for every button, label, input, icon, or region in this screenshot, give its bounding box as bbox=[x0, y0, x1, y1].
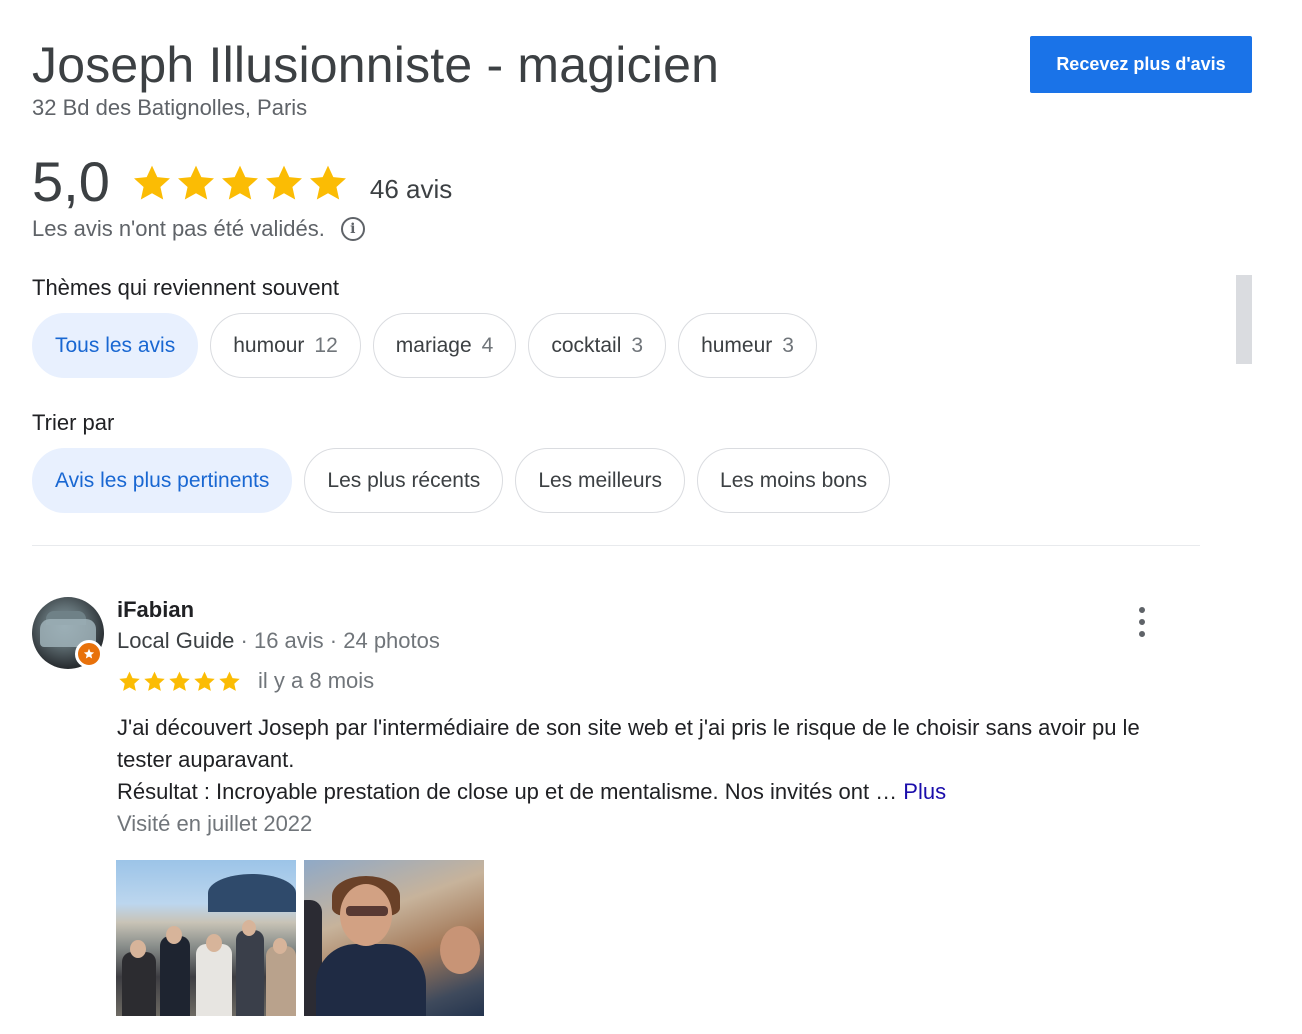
review-text: J'ai découvert Joseph par l'intermédiair… bbox=[117, 712, 1197, 808]
reviewer-stats: · 16 avis · 24 photos bbox=[234, 628, 440, 653]
scrollbar-thumb[interactable] bbox=[1236, 275, 1252, 364]
chip-count: 3 bbox=[631, 333, 644, 357]
sort-highest[interactable]: Les meilleurs bbox=[515, 448, 686, 513]
chip-count: 4 bbox=[481, 333, 494, 357]
chip-label: humour bbox=[233, 333, 305, 357]
sort-heading: Trier par bbox=[32, 410, 115, 435]
star-icon bbox=[169, 671, 190, 691]
local-guide-badge-icon bbox=[75, 640, 103, 668]
star-icon bbox=[221, 165, 258, 200]
reviewer-name[interactable]: iFabian bbox=[117, 597, 194, 623]
chip-count: 3 bbox=[782, 333, 794, 357]
business-name: Joseph Illusionniste - magicien bbox=[32, 37, 720, 93]
sort-chips: Avis les plus pertinents Les plus récent… bbox=[32, 448, 891, 513]
sort-most-relevant[interactable]: Avis les plus pertinents bbox=[32, 448, 293, 513]
star-icon bbox=[144, 671, 165, 691]
reviewer-meta: Local Guide · 16 avis · 24 photos bbox=[117, 628, 440, 654]
business-address: 32 Bd des Batignolles, Paris bbox=[32, 95, 308, 120]
review-date: il y a 8 mois bbox=[258, 668, 375, 693]
review-rating: il y a 8 mois bbox=[117, 668, 374, 694]
disclaimer-text: Les avis n'ont pas été validés. bbox=[32, 216, 325, 241]
theme-chip-mariage[interactable]: mariage 4 bbox=[372, 313, 517, 378]
chip-count: 12 bbox=[314, 333, 338, 357]
chip-label: cocktail bbox=[551, 333, 622, 357]
reviews-panel: Joseph Illusionniste - magicien 32 Bd de… bbox=[0, 0, 1302, 1034]
reviews-disclaimer: Les avis n'ont pas été validés. i bbox=[32, 216, 365, 242]
star-icon bbox=[119, 671, 140, 691]
review-text-line: J'ai découvert Joseph par l'intermédiair… bbox=[117, 715, 1140, 772]
theme-chip-cocktail[interactable]: cocktail 3 bbox=[528, 313, 667, 378]
divider bbox=[32, 545, 1200, 546]
sort-lowest[interactable]: Les moins bons bbox=[697, 448, 891, 513]
star-icon bbox=[219, 671, 240, 691]
visit-date: Visité en juillet 2022 bbox=[117, 811, 313, 836]
local-guide-label: Local Guide bbox=[117, 628, 235, 653]
rating-summary: 5,0 46 avis bbox=[32, 150, 452, 214]
sort-newest[interactable]: Les plus récents bbox=[304, 448, 504, 513]
star-icon bbox=[309, 165, 346, 200]
theme-chips: Tous les avis humour 12 mariage 4 cockta… bbox=[32, 313, 817, 378]
theme-chip-humeur[interactable]: humeur 3 bbox=[678, 313, 817, 378]
chip-label: mariage bbox=[395, 333, 472, 357]
theme-chip-humour[interactable]: humour 12 bbox=[210, 313, 361, 378]
rating-value: 5,0 bbox=[32, 150, 110, 213]
info-icon[interactable]: i bbox=[340, 217, 365, 241]
chip-label: Tous les avis bbox=[55, 333, 176, 357]
rating-stars bbox=[130, 161, 350, 205]
more-options-icon[interactable] bbox=[1130, 604, 1154, 640]
read-more-link[interactable]: Plus bbox=[903, 779, 946, 804]
chip-label: humeur bbox=[701, 333, 773, 357]
review-stars bbox=[117, 669, 242, 694]
star-icon bbox=[177, 165, 214, 200]
themes-heading: Thèmes qui reviennent souvent bbox=[32, 275, 339, 300]
review-photo[interactable] bbox=[304, 860, 484, 1016]
star-icon bbox=[133, 165, 170, 200]
review-photo[interactable] bbox=[116, 860, 296, 1016]
review-count: 46 avis bbox=[369, 173, 453, 204]
get-more-reviews-button[interactable]: Recevez plus d'avis bbox=[1030, 36, 1252, 93]
star-icon bbox=[194, 671, 215, 691]
star-icon bbox=[265, 165, 302, 200]
theme-chip-all[interactable]: Tous les avis bbox=[32, 313, 199, 378]
review-text-line: Résultat : Incroyable prestation de clos… bbox=[117, 779, 947, 804]
